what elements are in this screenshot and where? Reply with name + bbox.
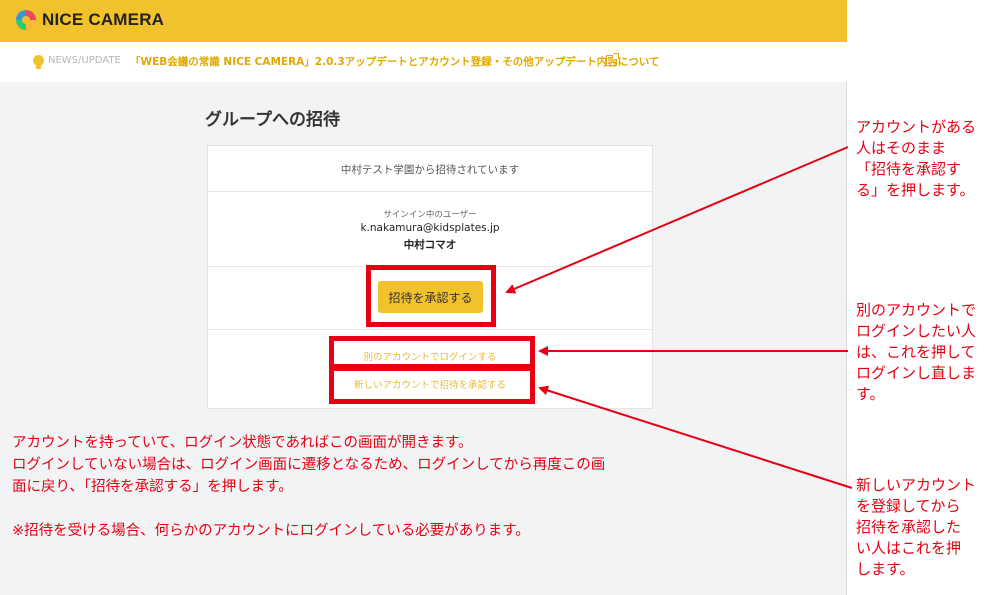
lightbulb-icon bbox=[33, 55, 44, 69]
brand-name: NICE CAMERA bbox=[42, 10, 165, 29]
highlight-approve-button bbox=[366, 265, 496, 327]
news-link[interactable]: 「WEB会議の常識 NICE CAMERA」2.0.3アップデートとアカウント登… bbox=[130, 54, 659, 69]
invite-message: 中村テスト学園から招待されています bbox=[340, 164, 520, 176]
divider bbox=[208, 191, 652, 192]
camera-logo-icon bbox=[16, 10, 36, 30]
divider bbox=[208, 329, 652, 330]
page-title: グループへの招待 bbox=[205, 110, 340, 130]
brand-logo[interactable]: NICE CAMERA bbox=[16, 10, 164, 30]
highlight-new-account-link bbox=[329, 366, 535, 404]
news-label: NEWS/UPDATE bbox=[48, 55, 121, 66]
new-account-annotation: 新しいアカウント を登録してから 招待を承認した い人はこれを押 します。 bbox=[856, 476, 977, 578]
signin-name: 中村コマオ bbox=[403, 239, 457, 251]
annotated-screenshot: NICE CAMERA NEWS/UPDATE 「WEB会議の常識 NICE C… bbox=[0, 0, 1000, 595]
bottom-annotation: アカウントを持っていて、ログイン状態であればこの画面が開きます。 ログインしてい… bbox=[12, 435, 606, 539]
other-account-annotation: 別のアカウントで ログインしたい人 は、これを押して ログインし直しま す。 bbox=[856, 301, 977, 403]
signin-label: サインイン中のユーザー bbox=[383, 210, 477, 220]
signin-email: k.nakamura@kidsplates.jp bbox=[360, 222, 500, 234]
external-link-icon[interactable] bbox=[606, 53, 619, 66]
highlight-other-account-link bbox=[329, 336, 535, 369]
top-bar: NICE CAMERA bbox=[0, 0, 847, 42]
approve-annotation: アカウントがある 人はそのまま 「招待を承認す る」を押します。 bbox=[856, 118, 977, 199]
